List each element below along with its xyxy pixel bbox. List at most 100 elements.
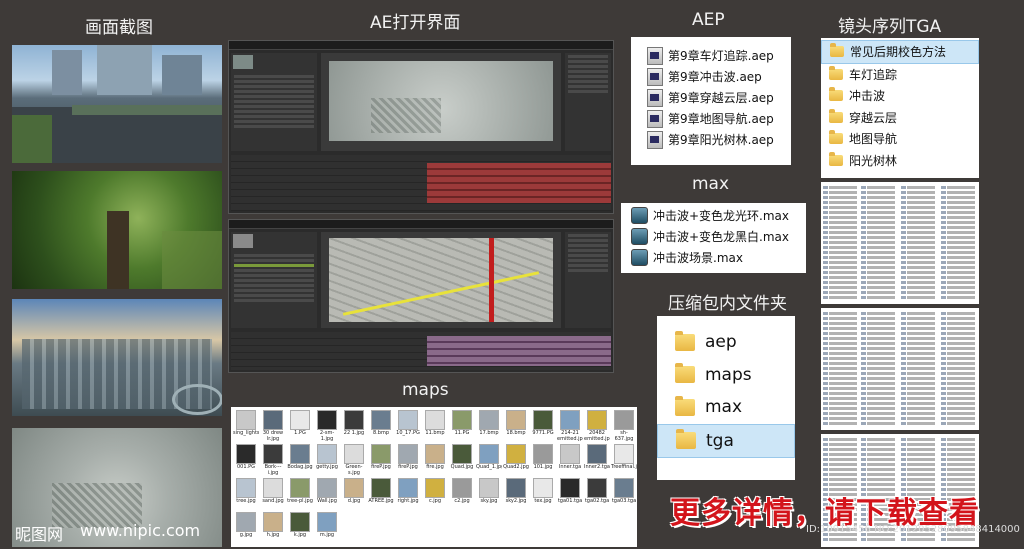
map-file[interactable]: Green-s.jpg — [341, 444, 367, 476]
map-file[interactable]: g.jpg — [233, 512, 259, 544]
aep-file-icon — [647, 88, 663, 107]
tga-folder[interactable]: 地图导航 — [821, 128, 979, 150]
map-file[interactable]: 30 drew lr.jpg — [260, 410, 286, 442]
map-file-label: 8.bmp — [373, 430, 389, 436]
map-thumbnail-icon — [398, 444, 418, 464]
map-file-label: fire.jpg — [426, 464, 444, 470]
map-thumbnail-icon — [317, 410, 337, 430]
map-file[interactable]: Inner.tga — [557, 444, 583, 476]
map-file[interactable]: 101.jpg — [530, 444, 556, 476]
map-file[interactable]: tga03.tga — [611, 478, 637, 510]
map-file[interactable]: right.jpg — [395, 478, 421, 510]
map-file[interactable]: k.jpg — [287, 512, 313, 544]
map-file[interactable]: sh-637.jpg — [611, 410, 637, 442]
map-thumbnail-icon — [290, 444, 310, 464]
map-file[interactable]: d.jpg — [341, 478, 367, 510]
map-file-label: sand.jpg — [262, 498, 284, 504]
map-file[interactable]: fireP.jpg — [368, 444, 394, 476]
aep-file[interactable]: 第9章阳光树林.aep — [631, 129, 791, 150]
map-file-label: tex.jpg — [534, 498, 552, 504]
map-file[interactable]: 001.PG — [233, 444, 259, 476]
map-file[interactable]: 17.bmp — [476, 410, 502, 442]
folder-icon — [829, 130, 843, 145]
map-thumbnail-icon — [398, 478, 418, 498]
map-file[interactable]: 11.PG — [449, 410, 475, 442]
max-file-icon — [631, 249, 648, 266]
map-file[interactable]: m.jpg — [314, 512, 340, 544]
map-file[interactable]: sky2.jpg — [503, 478, 529, 510]
map-file[interactable]: 2-sm-1.jpg — [314, 410, 340, 442]
tga-folder[interactable]: 常见后期校色方法 — [821, 40, 979, 64]
map-file[interactable]: sing_lights.jpg — [233, 410, 259, 442]
map-file[interactable]: h.jpg — [260, 512, 286, 544]
aep-file[interactable]: 第9章地图导航.aep — [631, 108, 791, 129]
header-max: max — [692, 174, 730, 194]
map-thumbnail-icon — [533, 410, 553, 430]
map-file[interactable]: 8.bmp — [368, 410, 394, 442]
map-file-label: 001.PG — [236, 464, 256, 470]
map-file[interactable]: tree.jpg — [233, 478, 259, 510]
map-file-label: 101.jpg — [533, 464, 553, 470]
aep-file[interactable]: 第9章车灯追踪.aep — [631, 45, 791, 66]
aep-file-window: 第9章车灯追踪.aep 第9章冲击波.aep 第9章穿越云层.aep 第9章地图… — [631, 37, 791, 165]
max-file[interactable]: 冲击波+变色龙黑白.max — [621, 226, 806, 247]
map-file[interactable]: 1.PG — [287, 410, 313, 442]
map-file[interactable]: Quad.jpg — [449, 444, 475, 476]
map-file[interactable]: Inner2.tga — [584, 444, 610, 476]
tga-folder[interactable]: 阳光树林 — [821, 150, 979, 172]
map-file[interactable]: c2.jpg — [449, 478, 475, 510]
zip-folder-aep[interactable]: aep — [657, 326, 795, 359]
map-file[interactable]: 9771.PG — [530, 410, 556, 442]
map-file[interactable]: Quad_1.jpg — [476, 444, 502, 476]
map-file[interactable]: sky.jpg — [476, 478, 502, 510]
aep-file[interactable]: 第9章冲击波.aep — [631, 66, 791, 87]
tga-folder[interactable]: 穿越云层 — [821, 107, 979, 129]
map-file[interactable]: getty.jpg — [314, 444, 340, 476]
map-thumbnail-icon — [344, 410, 364, 430]
map-file-label: tga01.tga — [557, 498, 583, 504]
aep-file[interactable]: 第9章穿越云层.aep — [631, 87, 791, 108]
map-file[interactable]: ATREE.jpg — [368, 478, 394, 510]
map-file-label: Quad2.jpg — [503, 464, 529, 470]
map-file[interactable]: 18.bmp — [503, 410, 529, 442]
map-file[interactable]: 214-21 emitted.jpg — [557, 410, 583, 442]
map-file[interactable]: 22 1.jpg — [341, 410, 367, 442]
max-file[interactable]: 冲击波场景.max — [621, 247, 806, 268]
zip-folder-maps[interactable]: maps — [657, 359, 795, 392]
map-thumbnail-icon — [425, 444, 445, 464]
folder-icon — [829, 151, 843, 166]
watermark-url: www.nipic.com — [80, 521, 201, 540]
map-file[interactable]: Treeffinal.jpg — [611, 444, 637, 476]
map-file[interactable]: tex.jpg — [530, 478, 556, 510]
folder-icon — [829, 65, 843, 80]
zip-folder-tga[interactable]: tga — [657, 423, 795, 458]
map-file[interactable]: Quad2.jpg — [503, 444, 529, 476]
map-file[interactable]: fireP.jpg — [395, 444, 421, 476]
map-file-label: sing_lights.jpg — [233, 430, 259, 436]
map-thumbnail-icon — [560, 410, 580, 430]
map-file[interactable]: Bodag.jpg — [287, 444, 313, 476]
map-file[interactable]: tga01.tga — [557, 478, 583, 510]
tga-folder[interactable]: 车灯追踪 — [821, 64, 979, 86]
tga-folder[interactable]: 冲击波 — [821, 85, 979, 107]
map-file[interactable]: c.jpg — [422, 478, 448, 510]
map-file[interactable]: 20482 emitted.jpg — [584, 410, 610, 442]
map-file[interactable]: 11.bmp — [422, 410, 448, 442]
map-thumbnail-icon — [479, 444, 499, 464]
max-file[interactable]: 冲击波+变色龙光环.max — [621, 205, 806, 226]
map-file[interactable]: 10_17.PG — [395, 410, 421, 442]
map-thumbnail-icon — [317, 478, 337, 498]
map-file-label: g.jpg — [239, 532, 253, 538]
map-file[interactable]: tga02.tga — [584, 478, 610, 510]
map-file[interactable]: Wall.jpg — [314, 478, 340, 510]
map-file-label: c2.jpg — [454, 498, 470, 504]
zip-folder-max[interactable]: max — [657, 391, 795, 424]
map-thumbnail-icon — [452, 444, 472, 464]
map-file-label: right.jpg — [397, 498, 419, 504]
map-file[interactable]: fire.jpg — [422, 444, 448, 476]
map-file[interactable]: sand.jpg — [260, 478, 286, 510]
map-thumbnail-icon — [344, 478, 364, 498]
map-file[interactable]: tree-pl.jpg — [287, 478, 313, 510]
map-file[interactable]: Bork---i.jpg — [260, 444, 286, 476]
map-file-label: 10_17.PG — [396, 430, 420, 436]
